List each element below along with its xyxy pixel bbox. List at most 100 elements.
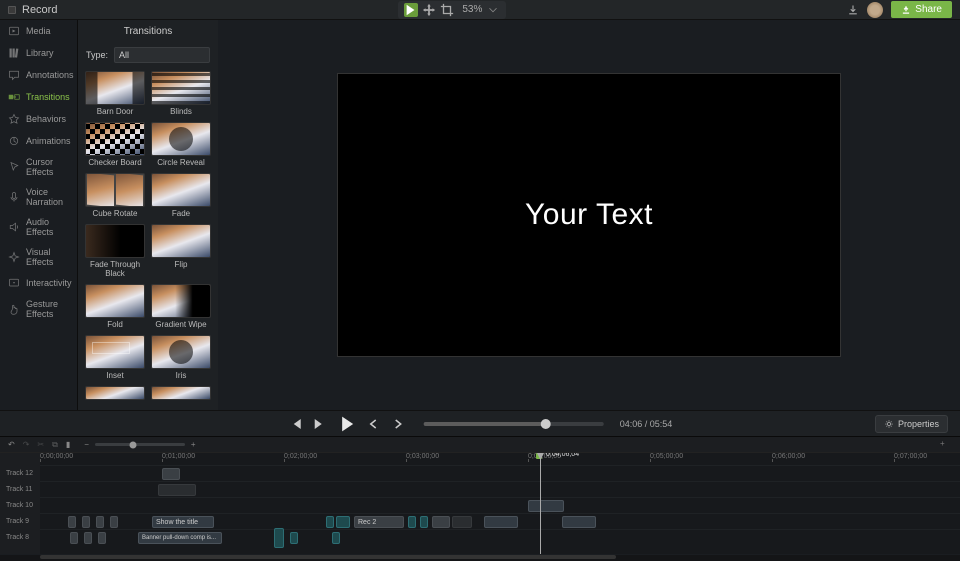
timeline-zoom-slider[interactable] (95, 443, 185, 446)
transition-partial[interactable] (84, 386, 146, 400)
sidebar-item-audio-effects[interactable]: Audio Effects (0, 212, 77, 242)
properties-button[interactable]: Properties (875, 415, 948, 433)
download-icon[interactable] (847, 4, 859, 16)
zoom-dropdown-icon[interactable] (486, 3, 500, 17)
transition-thumb (151, 386, 211, 400)
clip[interactable] (332, 532, 340, 544)
sidebar-item-voice-narration[interactable]: Voice Narration (0, 182, 77, 212)
track-row[interactable] (40, 465, 960, 481)
next-frame-button[interactable] (312, 416, 328, 432)
clip[interactable] (326, 516, 334, 528)
zoom-percent[interactable]: 53% (462, 4, 482, 15)
play-button[interactable] (336, 413, 358, 435)
transition-gradient-wipe[interactable]: Gradient Wipe (150, 284, 212, 329)
transition-fade[interactable]: Fade (150, 173, 212, 218)
sidebar-item-interactivity[interactable]: Interactivity (0, 272, 77, 294)
sidebar-label: Cursor Effects (26, 157, 69, 177)
title-clip[interactable]: Show the title (152, 516, 214, 528)
playback-controls: 04:06 / 05:54 (288, 413, 673, 435)
transition-partial[interactable] (150, 386, 212, 400)
track-row[interactable] (40, 497, 960, 513)
sidebar-item-annotations[interactable]: Annotations (0, 64, 77, 86)
transition-flip[interactable]: Flip (150, 224, 212, 278)
prev-frame-button[interactable] (288, 416, 304, 432)
clip[interactable] (420, 516, 428, 528)
avatar[interactable] (867, 2, 883, 18)
timeline-zoom-knob[interactable] (129, 441, 136, 448)
clip[interactable] (484, 516, 518, 528)
timeline-toolbar: ↶ ↷ ✂ ⧉ ▮ − + + (0, 436, 960, 452)
zoom-out-button[interactable]: − (84, 440, 89, 449)
track-label[interactable]: Track 12 (0, 465, 40, 481)
prev-marker-button[interactable] (366, 416, 382, 432)
share-button[interactable]: Share (891, 1, 952, 18)
clip[interactable] (452, 516, 472, 528)
time-ruler[interactable]: 0;00;00;000;01;00;000;02;00;000;03;00;00… (40, 453, 960, 465)
redo-button[interactable]: ↷ (23, 440, 30, 449)
track-label[interactable]: Track 11 (0, 481, 40, 497)
sidebar-item-behaviors[interactable]: Behaviors (0, 108, 77, 130)
transition-fold[interactable]: Fold (84, 284, 146, 329)
pan-tool-button[interactable] (422, 3, 436, 17)
clip[interactable] (290, 532, 298, 544)
clip[interactable] (274, 528, 284, 548)
crop-tool-button[interactable] (440, 3, 454, 17)
scrubber[interactable] (424, 422, 604, 426)
track-row[interactable]: Banner pull-down comp is... (40, 529, 960, 545)
transition-barn-door[interactable]: Barn Door (84, 71, 146, 116)
sidebar-item-library[interactable]: Library (0, 42, 77, 64)
transition-iris[interactable]: Iris (150, 335, 212, 380)
next-marker-button[interactable] (390, 416, 406, 432)
playhead[interactable]: 0;04;06;04 (540, 453, 541, 554)
track-row[interactable]: Show the title Rec 2 (40, 513, 960, 529)
transitions-scroll[interactable]: Barn DoorBlindsChecker BoardCircle Revea… (78, 67, 218, 410)
clip[interactable] (162, 468, 180, 480)
timeline-content[interactable]: 0;00;00;000;01;00;000;02;00;000;03;00;00… (40, 453, 960, 554)
rec2-clip[interactable]: Rec 2 (354, 516, 404, 528)
preview-canvas[interactable]: Your Text (337, 73, 841, 357)
scrubber-knob[interactable] (541, 419, 551, 429)
track-label[interactable]: Track 8 (0, 529, 40, 545)
undo-button[interactable]: ↶ (8, 440, 15, 449)
transition-fade-through-black[interactable]: Fade Through Black (84, 224, 146, 278)
clip[interactable] (98, 532, 106, 544)
sidebar-item-media[interactable]: Media (0, 20, 77, 42)
clip[interactable] (158, 484, 196, 496)
transition-blinds[interactable]: Blinds (150, 71, 212, 116)
split-button[interactable]: ▮ (66, 440, 70, 449)
copy-button[interactable]: ⧉ (52, 440, 58, 450)
track-label[interactable]: Track 9 (0, 513, 40, 529)
zoom-in-button[interactable]: + (191, 440, 196, 449)
banner-clip[interactable]: Banner pull-down comp is... (138, 532, 222, 544)
clip[interactable] (96, 516, 104, 528)
clip[interactable] (70, 532, 78, 544)
clip[interactable] (84, 532, 92, 544)
sidebar-item-gesture-effects[interactable]: Gesture Effects (0, 294, 77, 324)
clip[interactable] (68, 516, 76, 528)
add-track-button[interactable]: + (940, 439, 952, 451)
transition-cube-rotate[interactable]: Cube Rotate (84, 173, 146, 218)
sidebar-item-animations[interactable]: Animations (0, 130, 77, 152)
timeline-scrollbar[interactable] (0, 555, 960, 561)
clip[interactable] (336, 516, 350, 528)
transition-checker-board[interactable]: Checker Board (84, 122, 146, 167)
sidebar-item-visual-effects[interactable]: Visual Effects (0, 242, 77, 272)
clip[interactable] (528, 500, 564, 512)
record-indicator-icon (8, 6, 16, 14)
sidebar-item-cursor-effects[interactable]: Cursor Effects (0, 152, 77, 182)
type-select[interactable]: All (114, 47, 210, 63)
clip[interactable] (82, 516, 90, 528)
transition-inset[interactable]: Inset (84, 335, 146, 380)
clip[interactable] (110, 516, 118, 528)
track-row[interactable] (40, 481, 960, 497)
sidebar-item-transitions[interactable]: Transitions (0, 86, 77, 108)
cut-button[interactable]: ✂ (37, 440, 44, 449)
scrollbar-thumb[interactable] (40, 555, 616, 559)
transition-circle-reveal[interactable]: Circle Reveal (150, 122, 212, 167)
clip[interactable] (408, 516, 416, 528)
clip[interactable] (432, 516, 450, 528)
record-button[interactable]: Record (22, 4, 57, 16)
edit-mode-button[interactable] (404, 3, 418, 17)
track-label[interactable]: Track 10 (0, 497, 40, 513)
clip[interactable] (562, 516, 596, 528)
